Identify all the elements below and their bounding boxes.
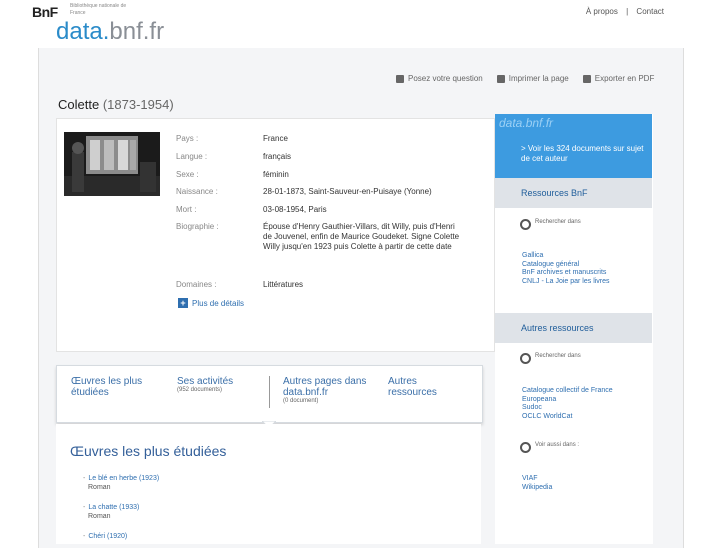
- worldcat-link[interactable]: OCLC WorldCat: [522, 413, 613, 422]
- sidebar-header: data.bnf.fr > Voir les 324 documents sur…: [495, 114, 652, 178]
- other-resource-links: Catalogue collectif de France Europeana …: [522, 387, 613, 421]
- info-label: Sexe :: [176, 170, 199, 179]
- contact-link[interactable]: Contact: [636, 7, 664, 16]
- print-label: Imprimer la page: [508, 74, 569, 83]
- work-title-link[interactable]: La chatte (1933): [88, 504, 139, 511]
- tab-label: Œuvres les plus étudiées: [71, 376, 143, 398]
- search-icon: [520, 219, 531, 230]
- cnlj-link[interactable]: CNLJ - La Joie par les livres: [522, 278, 610, 287]
- wikipedia-link[interactable]: Wikipedia: [522, 484, 552, 493]
- info-label: Domaines :: [176, 280, 217, 289]
- info-label: Biographie :: [176, 222, 219, 231]
- documents-link[interactable]: > Voir les 324 documents sur sujet de ce…: [521, 144, 646, 164]
- ask-question-button[interactable]: Posez votre question: [396, 74, 483, 83]
- info-value[interactable]: Littératures: [263, 280, 463, 290]
- ccfr-link[interactable]: Catalogue collectif de France: [522, 387, 613, 396]
- sidebar-logo: data.bnf.fr: [499, 116, 554, 130]
- about-link[interactable]: À propos: [586, 7, 618, 16]
- author-photo-image: [64, 132, 160, 196]
- info-value: féminin: [263, 170, 289, 179]
- gallica-link[interactable]: Gallica: [522, 252, 610, 261]
- bnf-logo[interactable]: BnF: [32, 4, 58, 20]
- work-title-link[interactable]: Le blé en herbe (1923): [88, 475, 159, 482]
- tab-other-resources[interactable]: Autres ressources: [388, 376, 458, 398]
- print-button[interactable]: Imprimer la page: [496, 74, 569, 83]
- search-in-other: Rechercher dans: [520, 353, 581, 364]
- printer-icon: [496, 74, 505, 83]
- page-title: Colette (1873-1954): [58, 97, 174, 112]
- work-type: Roman: [88, 484, 111, 491]
- search-in-label: Rechercher dans: [535, 353, 581, 359]
- europeana-link[interactable]: Europeana: [522, 396, 613, 405]
- chat-icon: [396, 74, 404, 83]
- info-label: Pays :: [176, 134, 199, 143]
- work-type: Roman: [88, 513, 111, 520]
- tab-works[interactable]: Œuvres les plus étudiées: [71, 376, 163, 398]
- info-value: 03-08-1954, Paris: [263, 205, 327, 214]
- resources-bnf-heading: Ressources BnF: [495, 178, 652, 208]
- search-in-label: Rechercher dans: [535, 219, 581, 225]
- tab-activities[interactable]: Ses activités (952 documents): [177, 376, 262, 394]
- info-label: Langue :: [176, 152, 208, 161]
- export-pdf-label: Exporter en PDF: [594, 74, 655, 83]
- search-in-bnf: Rechercher dans: [520, 219, 581, 230]
- search-icon: [520, 353, 531, 364]
- tab-separator: [269, 376, 270, 408]
- see-also-label: Voir aussi dans :: [535, 442, 580, 448]
- bullet: -: [83, 504, 86, 511]
- author-name: Colette: [58, 97, 100, 112]
- tab-label: Ses activités: [177, 376, 234, 387]
- bnf-resource-links: Gallica Catalogue général BnF archives e…: [522, 252, 610, 286]
- content-tabs: Œuvres les plus étudiées Ses activités (9…: [56, 365, 483, 429]
- brand-prefix: data.: [56, 18, 110, 45]
- tab-label: Autres ressources: [388, 376, 437, 398]
- tab-count: (0 document): [283, 398, 319, 404]
- info-label: Naissance :: [176, 187, 218, 196]
- info-value: 28-01-1873, Saint-Sauveur-en-Puisaye (Yo…: [263, 187, 432, 196]
- export-pdf-button[interactable]: Exporter en PDF: [582, 74, 655, 83]
- viaf-link[interactable]: VIAF: [522, 475, 552, 484]
- ask-question-label: Posez votre question: [408, 74, 483, 83]
- bullet: -: [83, 533, 86, 540]
- brand-suffix: bnf.fr: [109, 18, 165, 45]
- bullet: -: [83, 475, 86, 482]
- info-value: français: [263, 152, 292, 161]
- top-links: À propos | Contact: [580, 7, 664, 16]
- author-photo: [64, 132, 160, 196]
- pdf-icon: [582, 74, 591, 83]
- works-title: Œuvres les plus étudiées: [70, 443, 227, 459]
- archives-link[interactable]: BnF archives et manuscrits: [522, 269, 610, 278]
- tab-count: (952 documents): [177, 387, 223, 393]
- tab-label: Autres pages dans data.bnf.fr: [283, 376, 367, 398]
- more-details-link[interactable]: + Plus de détails: [178, 298, 244, 308]
- author-dates: (1873-1954): [102, 97, 174, 112]
- search-icon: [520, 442, 531, 453]
- work-title-link[interactable]: Chéri (1920): [88, 533, 127, 540]
- page-toolbar: Posez votre question Imprimer la page Ex…: [396, 74, 654, 83]
- info-value: Épouse d'Henry Gauthier-Villars, dit Wil…: [263, 222, 460, 251]
- bnf-tagline: Bibliothèque nationale de France: [70, 3, 127, 16]
- plus-icon: +: [178, 298, 188, 308]
- sudoc-link[interactable]: Sudoc: [522, 404, 613, 413]
- see-also: Voir aussi dans :: [520, 442, 579, 453]
- info-label: Mort :: [176, 205, 197, 214]
- more-details-label: Plus de détails: [192, 298, 245, 308]
- info-value: France: [263, 134, 288, 143]
- see-also-links: VIAF Wikipedia: [522, 475, 552, 492]
- tab-other-pages[interactable]: Autres pages dans data.bnf.fr (0 document…: [283, 376, 381, 405]
- other-resources-heading: Autres ressources: [495, 313, 652, 343]
- list-item: - Le blé en herbe (1923) Roman: [83, 474, 159, 492]
- catalogue-general-link[interactable]: Catalogue général: [522, 261, 610, 270]
- site-logo[interactable]: data.bnf.fr: [56, 18, 164, 46]
- list-item: - La chatte (1933) Roman: [83, 503, 139, 521]
- link-separator: |: [626, 7, 629, 16]
